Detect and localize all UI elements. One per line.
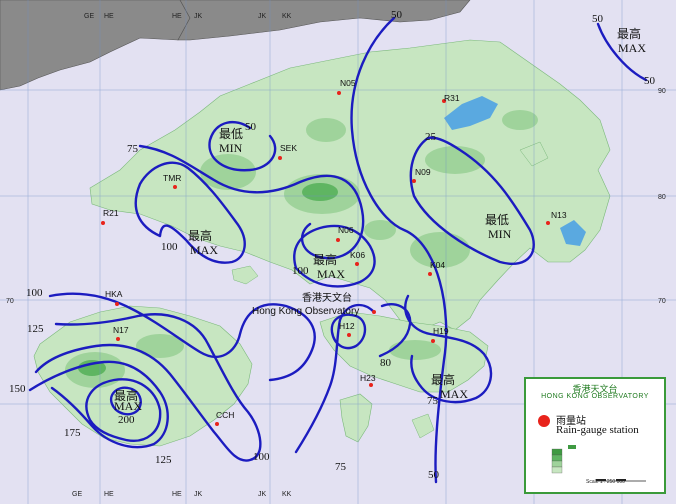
station-label: SEK (280, 143, 297, 153)
legend-symbol-en: Rain-gauge station (556, 424, 639, 436)
isohyet-label: 50 (428, 469, 440, 481)
grid-label-top: JK (258, 13, 267, 20)
isohyet-label: 50 (391, 9, 403, 21)
extreme-cn: 最高 (431, 372, 455, 387)
station-label: R31 (444, 93, 460, 103)
grid-label-bottom: KK (282, 491, 292, 498)
grid-label-top: HE (172, 13, 182, 20)
isohyet-label: 75 (127, 143, 139, 155)
extreme-cn: 最高 (617, 26, 641, 41)
grid-label-top: GE (84, 13, 94, 20)
station-label: H19 (433, 326, 449, 336)
isohyet-label: 100 (292, 265, 309, 277)
observatory-name-cn: 香港天文台 (302, 291, 352, 304)
extreme-en: MAX (114, 399, 142, 413)
isohyet-label: 100 (161, 241, 178, 253)
grid-label-right: 80 (658, 194, 666, 201)
station-label: K06 (350, 250, 365, 260)
grid-label-right: 70 (658, 298, 666, 305)
legend-scale: Scale 1 : 250 000 (586, 479, 625, 485)
isohyet-label: 125 (155, 454, 172, 466)
extreme-en: MAX (618, 41, 646, 55)
grid-label-bottom: GE (72, 491, 82, 498)
isohyet-label: 150 (9, 383, 26, 395)
isohyet-label: 80 (380, 357, 392, 369)
grid-label-bottom: HE (172, 491, 182, 498)
station-label: CCH (216, 410, 234, 420)
isohyet-label: 50 (592, 13, 604, 25)
isohyet-label: 25 (425, 131, 437, 143)
isohyet-label: 75 (427, 395, 439, 407)
extreme-en: MAX (440, 387, 468, 401)
extreme-en: MIN (488, 227, 512, 241)
station-label: N06 (338, 225, 354, 235)
station-label: H12 (339, 321, 355, 331)
extreme-cn: 最高 (188, 228, 212, 243)
legend-elevation-key (551, 445, 646, 482)
isohyet-label: 125 (27, 323, 44, 335)
extreme-cn: 最低 (219, 127, 243, 141)
rainfall-map: GE HE HE JK JK KK GE HE HE JK JK KK 90 8… (0, 0, 676, 504)
isohyet-label: 100 (253, 451, 270, 463)
station-label: HKA (105, 289, 123, 299)
isohyet-label: 175 (64, 427, 81, 439)
station-label: R21 (103, 208, 119, 218)
grid-label-left: 70 (6, 298, 14, 305)
extreme-en: MIN (219, 141, 243, 155)
station-label: N05 (340, 78, 356, 88)
grid-label-bottom: JK (258, 491, 267, 498)
grid-label-top: HE (104, 13, 114, 20)
legend: 香港天文台 HONG KONG OBSERVATORY 雨量站 Rain-gau… (524, 377, 666, 494)
station-label: N09 (415, 167, 431, 177)
extreme-en: MAX (190, 243, 218, 257)
observatory-name-en: Hong Kong Observatory (252, 306, 359, 317)
station-label: K04 (430, 260, 445, 270)
grid-label-top: JK (194, 13, 203, 20)
grid-label-bottom: HE (104, 491, 114, 498)
extreme-en: MAX (317, 267, 345, 281)
isohyet-label: 50 (644, 75, 656, 87)
grid-label-bottom: JK (194, 491, 203, 498)
isohyet-label: 50 (245, 121, 257, 133)
extreme-cn: 最高 (313, 252, 337, 267)
extreme-cn: 最低 (485, 213, 509, 227)
station-label: N17 (113, 325, 129, 335)
station-label: TMR (163, 173, 181, 183)
grid-label-top: KK (282, 13, 292, 20)
station-label: N13 (551, 210, 567, 220)
isohyet-label: 100 (26, 287, 43, 299)
station-label: H23 (360, 373, 376, 383)
isohyet-label: 200 (118, 414, 135, 426)
isohyet-label: 75 (335, 461, 347, 473)
rain-gauge-icon (538, 415, 550, 427)
grid-label-right: 90 (658, 88, 666, 95)
legend-title-en: HONG KONG OBSERVATORY (541, 393, 649, 400)
